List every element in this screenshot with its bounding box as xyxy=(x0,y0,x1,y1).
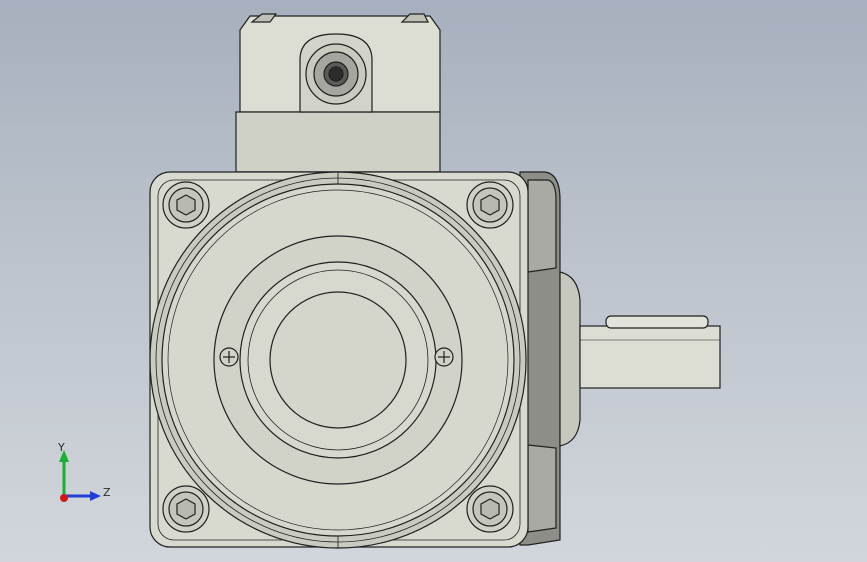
cad-viewport[interactable]: Y Z xyxy=(0,0,867,562)
hex-socket-bolt-icon xyxy=(480,194,500,216)
corner-bolt-top-right xyxy=(466,181,514,229)
servo-motor-model[interactable] xyxy=(0,0,867,562)
hex-socket-bolt-icon xyxy=(176,498,196,520)
corner-bolt-bottom-left xyxy=(162,485,210,533)
motor-face xyxy=(149,171,527,549)
phillips-screw-icon xyxy=(219,347,239,367)
connector-housing[interactable] xyxy=(235,13,441,192)
hex-socket-bolt-icon xyxy=(176,194,196,216)
z-axis-label: Z xyxy=(103,486,111,499)
keyed-shaft-icon xyxy=(605,315,709,329)
output-shaft[interactable] xyxy=(559,271,721,447)
hex-socket-bolt-icon xyxy=(480,498,500,520)
z-axis-arrowhead xyxy=(90,491,101,501)
triad-axes xyxy=(59,450,101,502)
corner-bolt-bottom-right xyxy=(466,485,514,533)
y-axis-label: Y xyxy=(58,441,65,454)
x-axis-dot xyxy=(60,494,68,502)
phillips-screw-icon xyxy=(434,347,454,367)
corner-bolt-top-left xyxy=(162,181,210,229)
orientation-triad: Y Z xyxy=(40,438,130,518)
